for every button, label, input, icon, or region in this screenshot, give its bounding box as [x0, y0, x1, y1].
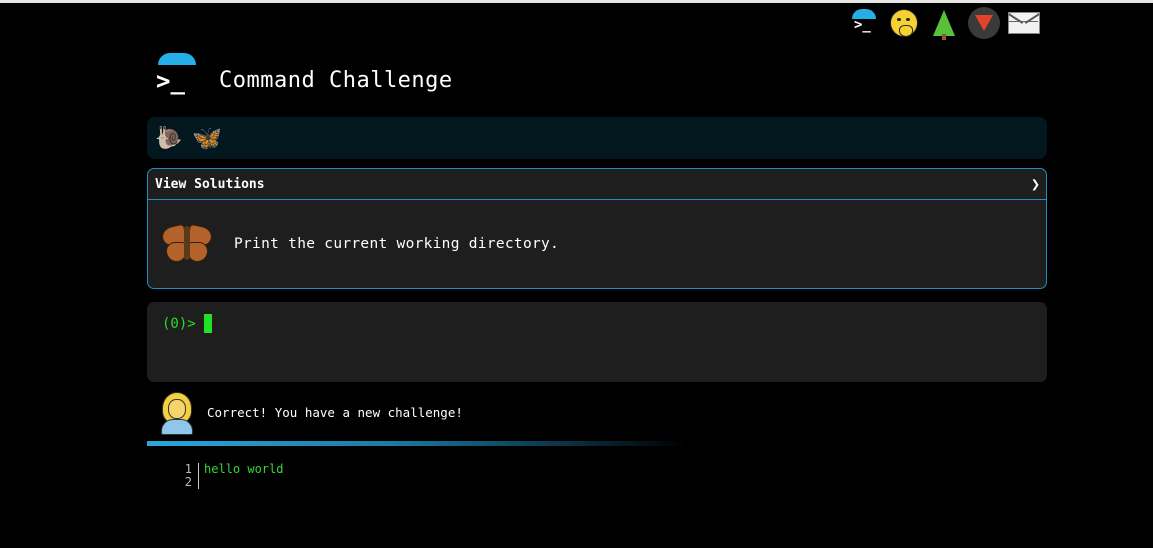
line-number-gutter: 1 2 — [180, 463, 199, 489]
divider — [147, 441, 687, 446]
page-header: >_ Command Challenge — [153, 53, 453, 99]
cmdchallenge-logo-icon[interactable]: >_ — [848, 7, 880, 39]
snail-icon[interactable]: 🐌 — [155, 126, 182, 151]
command-output: 1 2 hello world — [180, 463, 283, 489]
terminal-cursor — [203, 314, 212, 333]
view-solutions-toggle[interactable]: View Solutions ❯ — [148, 169, 1046, 200]
feedback-message: Correct! You have a new challenge! — [158, 391, 463, 435]
terminal-prompt: (0)> — [162, 315, 196, 332]
woman-avatar-icon — [158, 391, 194, 435]
page-title: Command Challenge — [219, 67, 453, 93]
top-icon-bar: >_ — [848, 7, 1040, 40]
terminal-logo-icon[interactable]: >_ — [153, 53, 203, 99]
view-solutions-label: View Solutions — [155, 176, 265, 192]
evergreen-tree-icon[interactable] — [928, 7, 960, 40]
line-number: 2 — [184, 475, 192, 489]
hand-over-mouth-emoji-icon[interactable] — [888, 7, 920, 39]
butterfly-icon — [160, 222, 214, 266]
challenge-description: Print the current working directory. — [234, 236, 560, 252]
output-lines: hello world — [199, 463, 283, 489]
challenge-progress-bar: 🐌 🦋 — [147, 117, 1047, 159]
terminal-input[interactable]: (0)> — [147, 302, 1047, 382]
feedback-text: Correct! You have a new challenge! — [207, 404, 463, 420]
chevron-right-icon[interactable]: ❯ — [1031, 175, 1040, 193]
challenge-card: View Solutions ❯ Print the current worki… — [147, 168, 1047, 289]
butterfly-icon[interactable]: 🦋 — [192, 124, 222, 152]
challenge-body: Print the current working directory. — [148, 200, 1046, 288]
gitlab-icon[interactable] — [968, 7, 1000, 39]
mail-icon[interactable] — [1008, 7, 1040, 39]
output-line: hello world — [204, 462, 284, 476]
